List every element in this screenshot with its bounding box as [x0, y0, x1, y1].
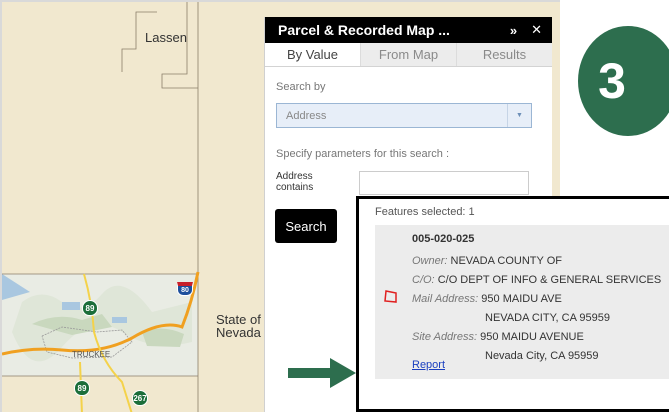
co-row: C/O: C/O DEPT OF INFO & GENERAL SERVICES	[412, 271, 661, 290]
address-label: Address contains	[276, 171, 356, 193]
panel-body: Search by Address ▼ Specify parameters f…	[265, 67, 552, 209]
tab-by-value[interactable]: By Value	[265, 43, 361, 66]
tab-results[interactable]: Results	[457, 43, 552, 66]
site-line2: Nevada City, CA 95959	[485, 350, 599, 362]
report-link[interactable]: Report	[412, 359, 445, 371]
search-button[interactable]: Search	[275, 209, 337, 243]
site-label: Site Address:	[412, 331, 478, 343]
parcel-apn: 005-020-025	[412, 233, 475, 245]
pointer-arrow-icon	[288, 358, 356, 388]
co-label: C/O:	[412, 274, 435, 286]
site-line1: 950 MAIDU AVENUE	[480, 331, 584, 343]
address-label-line1: Address	[276, 171, 313, 182]
panel-title: Parcel & Recorded Map ...	[278, 22, 450, 38]
county-boundary	[161, 2, 198, 89]
owner-row: Owner: NEVADA COUNTY OF	[412, 252, 661, 271]
owner-label: Owner:	[412, 255, 448, 267]
mail-label: Mail Address:	[412, 293, 479, 305]
result-details: 005-020-025 Owner: NEVADA COUNTY OF C/O:…	[412, 230, 661, 366]
co-value: C/O DEPT OF INFO & GENERAL SERVICES	[437, 274, 662, 286]
map-label-state-line2: Nevada	[216, 325, 261, 340]
close-icon[interactable]: ✕	[531, 22, 542, 38]
mail-line2: NEVADA CITY, CA 95959	[485, 312, 610, 324]
route-89-shield-south: 89	[74, 380, 90, 396]
parcel-polygon-icon	[384, 290, 397, 303]
route-267-shield: 267	[132, 390, 148, 406]
address-label-line2: contains	[276, 182, 314, 193]
map-label-lassen: Lassen	[145, 30, 187, 45]
mail-row: Mail Address: 950 MAIDU AVE	[412, 290, 661, 309]
step-badge: 3	[578, 26, 669, 136]
address-row: Address contains	[276, 171, 541, 195]
route-89-shield: 89	[82, 300, 98, 316]
owner-value: NEVADA COUNTY OF	[450, 255, 562, 267]
chevron-down-icon[interactable]: ▼	[507, 104, 531, 127]
site-row: Site Address: 950 MAIDU AVENUE	[412, 328, 661, 347]
features-selected-count: Features selected: 1	[375, 206, 475, 218]
results-popup: Features selected: 1 005-020-025 Owner: …	[356, 196, 669, 412]
address-input[interactable]	[359, 171, 529, 195]
search-by-value: Address	[286, 109, 327, 122]
search-by-select[interactable]: Address ▼	[276, 103, 532, 128]
interstate-80-shield: 80	[177, 282, 193, 296]
mail-line1: 950 MAIDU AVE	[481, 293, 562, 305]
map-label-truckee: TRUCKEE	[72, 350, 111, 359]
lake	[112, 317, 127, 323]
lake	[62, 302, 80, 310]
tab-from-map[interactable]: From Map	[361, 43, 457, 66]
panel-header: Parcel & Recorded Map ... » ✕	[265, 17, 552, 43]
panel-tabs: By Value From Map Results	[265, 43, 552, 67]
params-label: Specify parameters for this search :	[276, 148, 450, 160]
double-chevron-up-icon[interactable]: »	[510, 23, 517, 38]
search-by-label: Search by	[276, 81, 326, 93]
result-card[interactable]: 005-020-025 Owner: NEVADA COUNTY OF C/O:…	[375, 225, 669, 379]
